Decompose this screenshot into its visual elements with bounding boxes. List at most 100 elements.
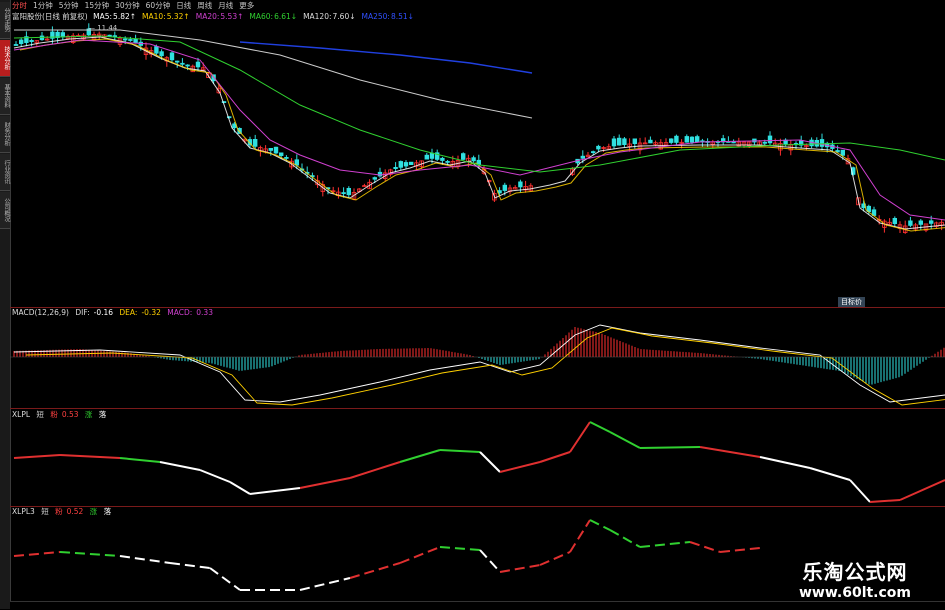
xlpl3-a: 短	[41, 507, 49, 516]
macd-dea-label: DEA:	[119, 308, 138, 317]
candle-body	[502, 184, 507, 191]
candle-body	[445, 160, 450, 163]
xlpl3-segment	[639, 541, 691, 548]
candle-body	[471, 157, 476, 162]
kline-chart[interactable]: — 11.44	[0, 0, 945, 609]
xlpl3-legend: XLPL3 短 粉 0.52 涨 落	[12, 507, 115, 517]
watermark-title: 乐淘公式网	[802, 560, 908, 584]
xlpl-name: XLPL	[12, 410, 31, 419]
panel-divider	[10, 506, 945, 507]
candle-body	[596, 145, 601, 150]
candle-body	[180, 62, 185, 65]
candle-body	[929, 220, 934, 224]
xlpl-segment	[479, 451, 501, 473]
xlpl-a: 短	[36, 410, 44, 419]
macd-dif-label: DIF:	[75, 308, 90, 317]
candle-body	[840, 149, 845, 156]
xlpl3-segment	[689, 541, 721, 553]
candle-body	[591, 151, 596, 154]
ma5-line	[13, 36, 945, 230]
candle-body	[632, 138, 637, 144]
candle-body	[169, 52, 175, 61]
candle-body	[674, 135, 679, 143]
target-price-badge[interactable]: 目标价	[838, 297, 865, 307]
xlpl-segment	[589, 421, 611, 433]
ma250-line	[239, 41, 533, 74]
xlpl3-segment	[13, 551, 61, 557]
ma20-line	[13, 39, 945, 221]
candle-body	[424, 154, 429, 160]
candle-body	[341, 192, 346, 195]
candle-body	[29, 40, 34, 43]
xlpl-segment	[539, 451, 571, 463]
candle-body	[580, 155, 585, 159]
xlpl3-segment	[609, 529, 641, 548]
xlpl-segment	[869, 499, 901, 503]
candle-body	[372, 177, 377, 180]
candle-body	[689, 136, 695, 143]
ma60-line	[13, 35, 945, 173]
macd-dea-value: -0.32	[141, 308, 161, 317]
watermark-url: www.60lt.com	[798, 585, 912, 601]
macd-macd-label: MACD:	[167, 308, 193, 317]
xlpl-segment	[159, 461, 201, 471]
xlpl-segment	[639, 446, 701, 449]
xlpl-b: 粉	[50, 410, 58, 419]
xlpl3-b: 粉	[55, 507, 63, 516]
xlpl-segment	[13, 454, 61, 459]
candle-body	[133, 38, 138, 44]
xlpl3-segment	[589, 519, 611, 531]
candle-body	[268, 147, 273, 151]
candle-body	[617, 137, 622, 146]
candle-body	[440, 157, 445, 161]
xlpl-segment	[399, 449, 441, 463]
xlpl3-segment	[539, 551, 571, 566]
xlpl-c: 涨	[84, 410, 93, 419]
xlpl3-segment	[169, 562, 211, 569]
candle-body	[128, 39, 133, 41]
xlpl-segment	[299, 477, 351, 489]
candle-body	[13, 44, 19, 46]
candle-body	[819, 139, 825, 147]
candle-body	[918, 220, 923, 225]
candle-body	[695, 136, 700, 143]
candle-body	[123, 38, 128, 41]
candle-body	[518, 181, 523, 188]
xlpl-segment	[229, 481, 251, 495]
xlpl3-segment	[569, 519, 591, 553]
xlpl-legend: XLPL 短 粉 0.53 涨 落	[12, 410, 110, 420]
xlpl3-d: 落	[103, 507, 112, 516]
panel-divider	[10, 408, 945, 409]
macd-label: MACD(12,26,9)	[12, 308, 69, 317]
candle-body	[393, 166, 398, 169]
candle-body	[908, 220, 913, 226]
xlpl-segment	[499, 461, 541, 473]
candle-body	[611, 138, 617, 147]
xlpl3-segment	[349, 562, 401, 579]
high-marker: — 11.44	[88, 24, 118, 32]
candle-body	[684, 136, 689, 143]
candle-body	[346, 187, 351, 196]
candle-body	[174, 60, 180, 63]
watermark: 乐淘公式网 www.60lt.com	[770, 556, 940, 601]
candle-body	[429, 152, 435, 159]
candle-body	[408, 161, 414, 165]
xlpl-segment	[119, 457, 161, 463]
candle-body	[107, 34, 112, 37]
xlpl-segment	[569, 421, 591, 453]
xlpl-segment	[849, 479, 871, 503]
xlpl3-segment	[479, 549, 501, 573]
xlpl3-segment	[719, 547, 761, 553]
candle-body	[284, 156, 289, 159]
xlpl3-c: 涨	[89, 507, 98, 516]
candle-body	[762, 141, 767, 144]
xlpl-segment	[439, 449, 481, 453]
xlpl-segment	[199, 469, 231, 483]
xlpl-segment	[609, 431, 641, 449]
candle-body	[154, 46, 159, 54]
candle-body	[731, 141, 736, 144]
candle-body	[648, 139, 653, 144]
xlpl3-segment	[399, 546, 441, 564]
candle-body	[185, 64, 190, 67]
xlpl3-segment	[119, 555, 171, 564]
